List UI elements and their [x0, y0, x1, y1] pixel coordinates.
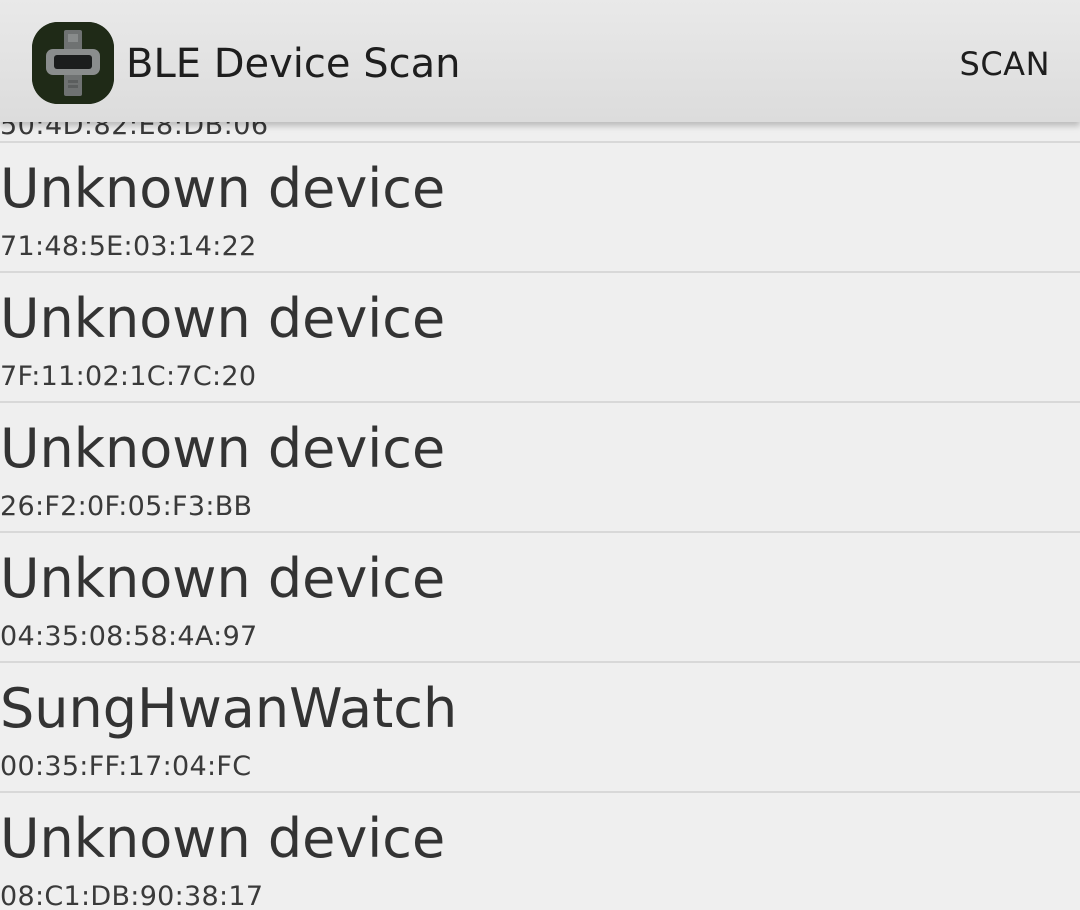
screen: 50:4D:82:E8:DB:06 Unknown device 71:48:5… [0, 0, 1080, 910]
device-address: 04:35:08:58:4A:97 [0, 621, 258, 652]
device-address: 7F:11:02:1C:7C:20 [0, 361, 257, 392]
device-address: 26:F2:0F:05:F3:BB [0, 491, 253, 522]
device-name: Unknown device [0, 807, 446, 870]
device-name: SungHwanWatch [0, 677, 458, 740]
device-name: Unknown device [0, 417, 446, 480]
device-address: 00:35:FF:17:04:FC [0, 751, 252, 782]
list-item[interactable]: Unknown device 04:35:08:58:4A:97 [0, 533, 1080, 663]
device-name: Unknown device [0, 547, 446, 610]
watch-app-icon [32, 22, 114, 104]
list-item[interactable]: Unknown device 7F:11:02:1C:7C:20 [0, 273, 1080, 403]
list-item[interactable]: Unknown device 08:C1:DB:90:38:17 [0, 793, 1080, 910]
list-item[interactable]: Unknown device 71:48:5E:03:14:22 [0, 143, 1080, 273]
app-title: BLE Device Scan [126, 41, 461, 87]
app-bar: BLE Device Scan SCAN [0, 0, 1080, 122]
device-name: Unknown device [0, 157, 446, 220]
device-name: Unknown device [0, 287, 446, 350]
list-item[interactable]: SungHwanWatch 00:35:FF:17:04:FC [0, 663, 1080, 793]
scan-button[interactable]: SCAN [960, 40, 1050, 88]
device-address: 71:48:5E:03:14:22 [0, 231, 257, 262]
watch-icon-graphic [32, 22, 114, 104]
device-address: 08:C1:DB:90:38:17 [0, 881, 264, 910]
list-item[interactable]: Unknown device 26:F2:0F:05:F3:BB [0, 403, 1080, 533]
